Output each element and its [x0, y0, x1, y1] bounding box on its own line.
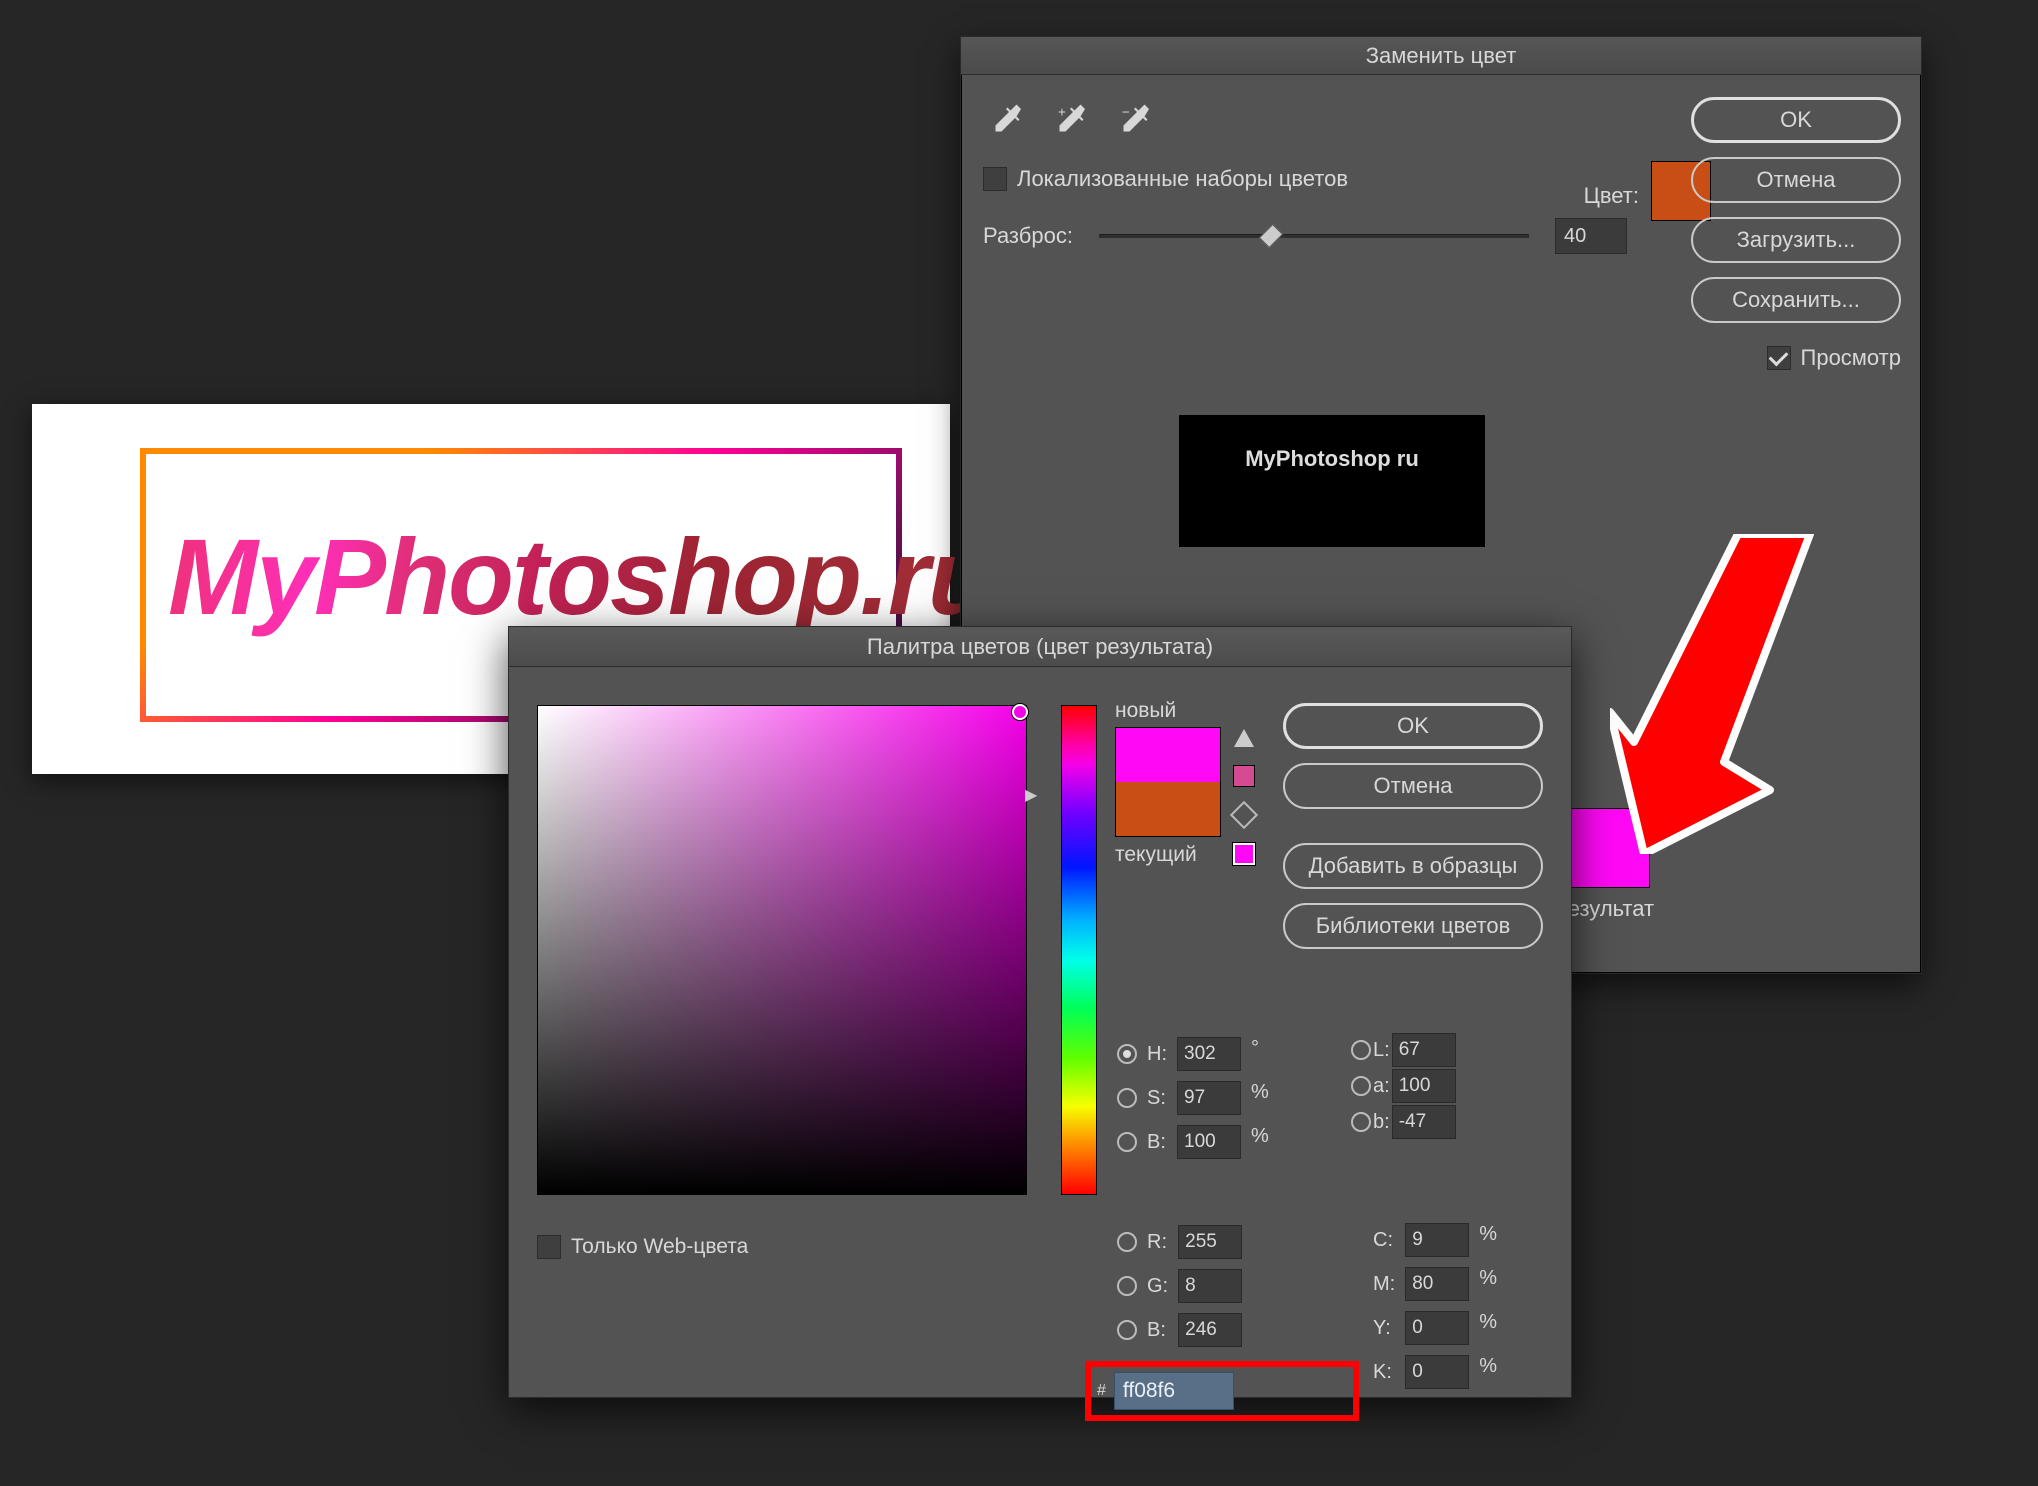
saturation-value-field[interactable] [537, 705, 1027, 1195]
load-button[interactable]: Загрузить... [1691, 217, 1901, 263]
s-label: S: [1143, 1077, 1171, 1119]
preview-label: Просмотр [1801, 345, 1901, 371]
bb-input[interactable] [1178, 1313, 1242, 1347]
eyedropper-minus-icon[interactable]: − [1119, 103, 1155, 144]
localized-sets-label: Локализованные наборы цветов [1017, 166, 1348, 192]
new-color-label: новый [1115, 699, 1221, 723]
l-radio[interactable] [1351, 1040, 1371, 1060]
eyedropper-plus-icon[interactable]: + [1055, 103, 1091, 144]
r-input[interactable] [1178, 1225, 1242, 1259]
svg-text:+: + [1058, 105, 1066, 120]
logo-text: MyPhotoshop.ru [168, 514, 992, 639]
h-radio[interactable] [1117, 1044, 1137, 1064]
hex-label: # [1097, 1382, 1106, 1400]
b2-radio[interactable] [1351, 1112, 1371, 1132]
a-radio[interactable] [1351, 1076, 1371, 1096]
c-input[interactable] [1405, 1223, 1469, 1257]
g-input[interactable] [1178, 1269, 1242, 1303]
cancel-button[interactable]: Отмена [1691, 157, 1901, 203]
m-label: M: [1369, 1263, 1399, 1305]
websafe-swatch[interactable] [1233, 843, 1255, 865]
s-input[interactable] [1177, 1081, 1241, 1115]
b-radio[interactable] [1117, 1132, 1137, 1152]
g-label: G: [1143, 1265, 1172, 1307]
ok-button[interactable]: OK [1691, 97, 1901, 143]
s-radio[interactable] [1117, 1088, 1137, 1108]
bb-label: B: [1143, 1309, 1172, 1351]
b2-label: b: [1373, 1105, 1390, 1139]
a-label: a: [1373, 1069, 1390, 1103]
b-label: B: [1143, 1121, 1171, 1163]
localized-sets-checkbox[interactable] [983, 167, 1007, 191]
b-input[interactable] [1177, 1125, 1241, 1159]
gamut-swatch[interactable] [1233, 765, 1255, 787]
k-label: K: [1369, 1351, 1399, 1393]
web-only-label: Только Web-цвета [571, 1235, 748, 1259]
y-input[interactable] [1405, 1311, 1469, 1345]
selection-preview: MyPhotoshop ru [1179, 415, 1485, 547]
k-input[interactable] [1405, 1355, 1469, 1389]
result-color-swatch[interactable] [1570, 808, 1650, 888]
svg-text:−: − [1122, 105, 1130, 120]
add-swatch-button[interactable]: Добавить в образцы [1283, 843, 1543, 889]
current-color-label: текущий [1115, 843, 1221, 867]
c-label: C: [1369, 1219, 1399, 1261]
r-radio[interactable] [1117, 1232, 1137, 1252]
m-input[interactable] [1405, 1267, 1469, 1301]
b2-input[interactable] [1392, 1105, 1456, 1139]
web-only-checkbox[interactable] [537, 1235, 561, 1259]
l-label: L: [1373, 1033, 1390, 1067]
color-libraries-button[interactable]: Библиотеки цветов [1283, 903, 1543, 949]
dialog-title: Заменить цвет [961, 37, 1921, 75]
r-label: R: [1143, 1221, 1172, 1263]
eyedropper-icon[interactable] [991, 103, 1027, 144]
h-label: H: [1143, 1033, 1171, 1075]
save-button[interactable]: Сохранить... [1691, 277, 1901, 323]
l-input[interactable] [1392, 1033, 1456, 1067]
websafe-warning-icon[interactable] [1230, 801, 1258, 829]
y-label: Y: [1369, 1307, 1399, 1349]
scatter-slider[interactable] [1099, 234, 1529, 238]
gamut-warning-icon[interactable] [1234, 729, 1254, 747]
g-radio[interactable] [1117, 1276, 1137, 1296]
color-label: Цвет: [1584, 183, 1639, 209]
scatter-input[interactable] [1555, 218, 1627, 254]
dialog-title: Палитра цветов (цвет результата) [509, 627, 1571, 667]
color-comparison-swatch[interactable] [1115, 727, 1221, 837]
preview-checkbox[interactable] [1767, 346, 1791, 370]
cancel-button[interactable]: Отмена [1283, 763, 1543, 809]
color-picker-dialog: Палитра цветов (цвет результата) ▶◀ новы… [508, 626, 1572, 1398]
a-input[interactable] [1392, 1069, 1456, 1103]
scatter-label: Разброс: [983, 223, 1073, 249]
sv-cursor [1012, 704, 1028, 720]
bb-radio[interactable] [1117, 1320, 1137, 1340]
ok-button[interactable]: OK [1283, 703, 1543, 749]
h-input[interactable] [1177, 1037, 1241, 1071]
hex-input[interactable] [1114, 1372, 1234, 1410]
hue-slider[interactable] [1061, 705, 1097, 1195]
